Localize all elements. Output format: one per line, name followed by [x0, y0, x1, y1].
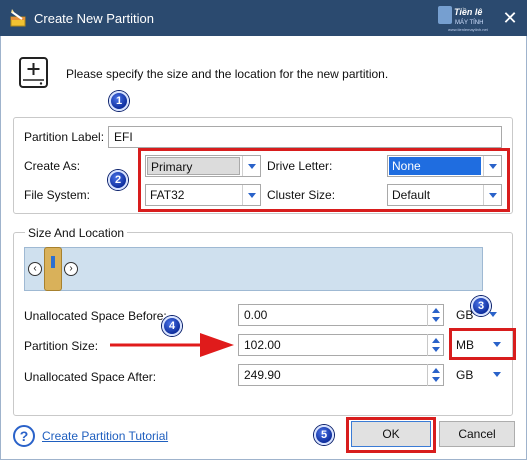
svg-text:MÁY TÍNH: MÁY TÍNH [455, 19, 483, 26]
help-icon[interactable]: ? [13, 425, 35, 447]
chevron-right-icon[interactable]: › [64, 262, 78, 276]
unallocated-after-label: Unallocated Space After: [24, 370, 157, 384]
step-marker-3: 3 [471, 296, 491, 316]
partition-size-label: Partition Size: [24, 339, 99, 353]
create-partition-tutorial-link[interactable]: Create Partition Tutorial [42, 429, 168, 443]
create-as-label: Create As: [24, 159, 81, 173]
highlight-box-properties [138, 148, 510, 212]
step-marker-5: 5 [314, 425, 334, 445]
close-icon[interactable]: ✕ [498, 6, 522, 30]
unallocated-before-input[interactable]: 0.00 [238, 304, 444, 326]
drive-add-icon [19, 57, 48, 88]
wand-partition-icon [10, 9, 26, 27]
intro-text: Please specify the size and the location… [66, 67, 389, 81]
unallocated-after-spinner[interactable] [427, 364, 443, 386]
partition-size-spinner[interactable] [427, 334, 443, 356]
svg-text:Tiền lê: Tiền lê [454, 7, 482, 17]
chevron-left-icon[interactable]: ‹ [28, 262, 42, 276]
chevron-down-icon[interactable] [489, 312, 497, 317]
title-bar: Create New Partition Tiền lê MÁY TÍNH ww… [0, 0, 527, 36]
slider-notch [51, 256, 55, 268]
window-title: Create New Partition [34, 11, 154, 26]
partition-slider-handle[interactable] [44, 247, 62, 291]
disk-map-track[interactable] [24, 247, 483, 291]
svg-text:www.tienlemaytinh.net: www.tienlemaytinh.net [448, 27, 489, 32]
unit-value: GB [456, 308, 474, 322]
unallocated-before-spinner[interactable] [427, 304, 443, 326]
unallocated-before-label: Unallocated Space Before: [24, 309, 167, 323]
unallocated-after-unit[interactable]: GB [452, 364, 508, 386]
highlight-box-unit [449, 328, 516, 360]
file-system-label: File System: [24, 188, 91, 202]
unit-value: GB [456, 368, 474, 382]
highlight-box-ok [346, 417, 436, 453]
step-marker-1: 1 [109, 91, 129, 111]
step-marker-2: 2 [108, 170, 128, 190]
unallocated-after-input[interactable]: 249.90 [238, 364, 444, 386]
watermark-logo: Tiền lê MÁY TÍNH www.tienlemaytinh.net [438, 6, 489, 32]
red-arrow-annotation [110, 333, 234, 357]
cancel-button[interactable]: Cancel [439, 421, 515, 447]
partition-size-input[interactable]: 102.00 [238, 334, 444, 356]
size-location-legend: Size And Location [25, 226, 128, 240]
chevron-down-icon[interactable] [488, 364, 506, 386]
partition-label-label: Partition Label: [24, 130, 105, 144]
partition-label-input[interactable]: EFI [108, 126, 502, 148]
